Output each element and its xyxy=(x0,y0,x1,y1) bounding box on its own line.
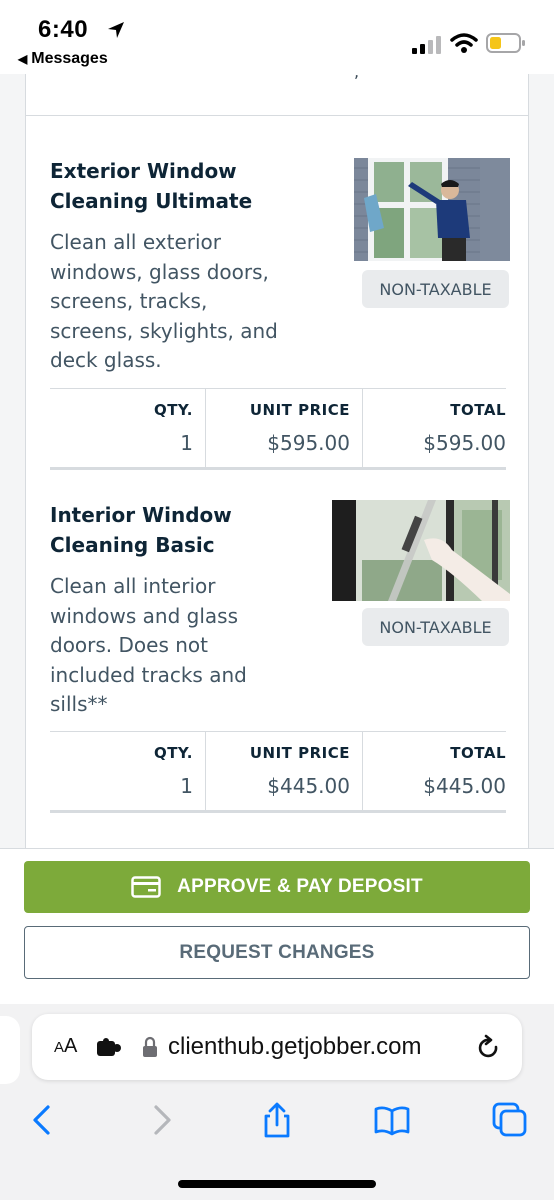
page-settings-button[interactable]: AA xyxy=(54,1035,77,1058)
forward-chevron-icon[interactable] xyxy=(144,1102,180,1138)
line-item-description: Clean all interior windows and glass doo… xyxy=(50,574,247,716)
total-column: TOTAL $445.00 xyxy=(363,732,506,811)
tax-status-badge: NON-TAXABLE xyxy=(362,608,509,646)
qty-value: 1 xyxy=(180,774,193,798)
previous-item-divider: , xyxy=(26,74,528,116)
line-item-title: Interior Window Cleaning Basic xyxy=(50,503,232,557)
unit-price-column: UNIT PRICE $445.00 xyxy=(206,732,363,811)
extension-icon[interactable] xyxy=(96,1038,122,1058)
request-changes-button[interactable]: REQUEST CHANGES xyxy=(24,926,530,979)
line-item-title: Exterior Window Cleaning Ultimate xyxy=(50,159,253,213)
unit-price-column: UNIT PRICE $595.00 xyxy=(206,389,363,468)
qty-value: 1 xyxy=(180,431,193,455)
unit-price-header: UNIT PRICE xyxy=(249,744,350,762)
back-to-messages-link[interactable]: ◀ Messages xyxy=(18,50,108,68)
browser-toolbar: AA clienthub.getjobber.com xyxy=(0,1004,554,1200)
status-bar: 6:40 ◀ Messages xyxy=(0,0,554,74)
url-text: clienthub.getjobber.com xyxy=(168,1033,422,1060)
previous-item-text-fragment: , xyxy=(354,74,359,81)
total-column: TOTAL $595.00 xyxy=(363,389,506,468)
unit-price-value: $595.00 xyxy=(267,431,350,455)
aa-small-glyph: A xyxy=(54,1039,65,1056)
line-items-card: , Exterior Window Cleaning Ultimate Clea… xyxy=(25,74,529,848)
home-indicator[interactable] xyxy=(178,1180,376,1188)
qty-column: QTY. 1 xyxy=(50,732,206,811)
total-header: TOTAL xyxy=(450,401,506,419)
credit-card-icon xyxy=(131,876,161,898)
tax-status-badge: NON-TAXABLE xyxy=(362,270,509,308)
battery-icon xyxy=(486,33,525,53)
tabs-icon[interactable] xyxy=(492,1102,528,1138)
request-changes-label: REQUEST CHANGES xyxy=(179,941,375,963)
qty-header: QTY. xyxy=(153,744,193,762)
unit-price-value: $445.00 xyxy=(267,774,350,798)
approve-and-pay-deposit-button[interactable]: APPROVE & PAY DEPOSIT xyxy=(24,861,530,913)
reload-icon[interactable] xyxy=(476,1034,502,1062)
back-app-label: Messages xyxy=(31,50,108,67)
approve-button-label: APPROVE & PAY DEPOSIT xyxy=(177,876,423,897)
wifi-icon xyxy=(450,33,478,53)
aa-large-glyph: A xyxy=(64,1035,78,1057)
share-icon[interactable] xyxy=(259,1102,295,1138)
exterior-window-cleaning-photo xyxy=(354,158,510,261)
cellular-signal-icon xyxy=(412,36,441,54)
interior-window-cleaning-photo xyxy=(332,500,510,601)
lock-icon xyxy=(143,1036,157,1057)
bookmarks-icon[interactable] xyxy=(374,1102,410,1138)
location-arrow-icon xyxy=(108,22,124,38)
status-time: 6:40 xyxy=(38,16,89,43)
quote-page[interactable]: , Exterior Window Cleaning Ultimate Clea… xyxy=(0,74,554,848)
line-item-price-table: QTY. 1 UNIT PRICE $595.00 TOTAL $595.00 xyxy=(50,388,506,470)
qty-column: QTY. 1 xyxy=(50,389,206,468)
total-value: $445.00 xyxy=(423,774,506,798)
line-item-price-table: QTY. 1 UNIT PRICE $445.00 TOTAL $445.00 xyxy=(50,731,506,813)
unit-price-header: UNIT PRICE xyxy=(249,401,350,419)
quote-action-panel: APPROVE & PAY DEPOSIT REQUEST CHANGES xyxy=(0,848,554,1004)
back-triangle-icon: ◀ xyxy=(18,52,28,66)
address-bar[interactable]: AA clienthub.getjobber.com xyxy=(32,1014,522,1080)
back-chevron-icon[interactable] xyxy=(24,1102,60,1138)
qty-header: QTY. xyxy=(153,401,193,419)
previous-tab-peek[interactable] xyxy=(0,1016,20,1084)
total-header: TOTAL xyxy=(450,744,506,762)
total-value: $595.00 xyxy=(423,431,506,455)
line-item-description: Clean all exterior windows, glass doors,… xyxy=(50,230,278,372)
